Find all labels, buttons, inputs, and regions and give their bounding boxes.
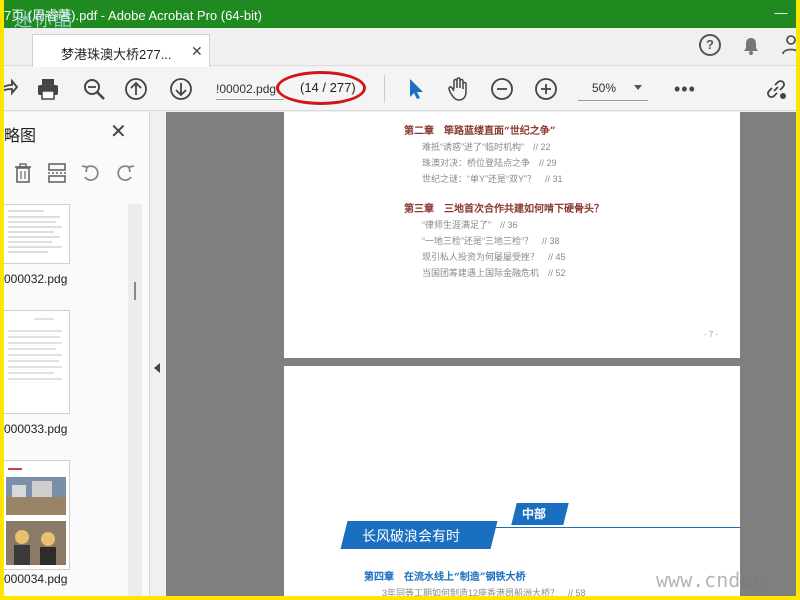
zoom-search-icon[interactable] [82,77,106,101]
document-tab[interactable]: 梦港珠澳大桥277... ✕ [32,34,210,67]
toc-entry: 3年同等工期如何制造12座香港昂船洲大桥？ // 58 [382,588,586,596]
section-banner: 中部 长风破浪会有时 [340,503,740,549]
acrobat-window: 7页 (周睿著).pdf - Adobe Acrobat Pro (64-bit… [4,0,796,596]
thumbnails-close-icon[interactable]: ✕ [110,119,127,144]
tab-bar: 梦港珠澳大桥277... ✕ [4,28,796,67]
pane-collapse-strip [151,112,165,596]
page-count: (14 / 277) [300,80,356,95]
banner-text: 长风破浪会有时 [362,528,460,544]
account-icon[interactable] [781,34,796,56]
toc-entry: 当国团筹建遇上国际金融危机 // 52 [422,268,566,278]
banner-line [494,527,740,528]
zoom-value: 50% [592,81,617,95]
print-icon[interactable] [36,77,60,101]
redo-icon[interactable] [114,162,136,184]
thumbnail-label: 000033.pdg [4,422,68,436]
thumbnails-pane-title: 略图 [4,128,37,145]
tab-close-icon[interactable]: ✕ [191,43,203,60]
thumbnails-pane: 略图 ✕ 000032.pdg 000033.pdg 000034.pdg [4,112,150,596]
collapse-pane-icon[interactable] [154,363,160,373]
toc-entry: 珠澳对决：桥位登陆点之争 // 29 [422,158,557,168]
banner-tag-text: 中部 [522,507,547,521]
minimize-button[interactable]: — [774,6,788,20]
toc-entry: 现引私人投资为何屡屡受挫？ // 45 [422,252,566,262]
thumbnail-label: 000032.pdg [4,272,68,286]
extract-pages-icon[interactable] [46,162,68,184]
undo-icon[interactable] [80,162,102,184]
document-page: 中部 长风破浪会有时 第四章 在流水线上“制造”钢铁大桥 3年同等工期如何制造1… [284,366,740,596]
share-icon[interactable] [4,77,18,101]
thumbnails-scrollbar[interactable] [128,204,142,596]
page-number: - 7 - [704,330,719,339]
page-thumbnail[interactable] [4,310,70,414]
zoom-in-icon[interactable] [534,77,558,101]
toc-entry: “一地三检”还是“三地三检”？ // 38 [422,236,560,246]
hand-icon[interactable] [446,77,470,101]
more-tools-icon[interactable]: ••• [674,79,696,100]
toolbar-separator [384,75,385,103]
document-tab-label: 梦港珠澳大桥277... [61,47,172,62]
window-title: 7页 (周睿著).pdf - Adobe Acrobat Pro (64-bit… [4,8,262,23]
toc-entry: 世纪之谜：“单Y”还是“双Y”？ // 31 [422,174,563,184]
prev-page-icon[interactable] [124,77,148,101]
delete-icon[interactable] [12,162,34,184]
help-icon[interactable]: ? [699,34,721,56]
document-view[interactable]: 第二章 筚路蓝缕直面“世纪之争” 难抵“诱惑”进了“临时机构” // 22 珠澳… [166,112,796,596]
next-page-icon[interactable] [169,77,193,101]
main-toolbar: (14 / 277) 50% ••• [4,67,796,111]
document-page: 第二章 筚路蓝缕直面“世纪之争” 难抵“诱惑”进了“临时机构” // 22 珠澳… [284,112,740,358]
title-bar: 7页 (周睿著).pdf - Adobe Acrobat Pro (64-bit… [4,0,796,31]
toc-entry: 难抵“诱惑”进了“临时机构” // 22 [422,142,551,152]
thumbnail-label: 000034.pdg [4,572,68,586]
chapter-heading: 第三章 三地首次合作共建如何啃下硬骨头？ [404,204,604,215]
page-thumbnail[interactable] [4,204,70,264]
bell-icon[interactable] [741,36,761,56]
chapter-heading: 第二章 筚路蓝缕直面“世纪之争” [404,126,556,137]
zoom-out-icon[interactable] [490,77,514,101]
scrollbar-grip[interactable] [134,282,136,300]
select-cursor-icon[interactable] [404,77,428,101]
link-icon[interactable] [764,77,788,101]
zoom-select[interactable]: 50% [578,79,648,101]
toc-entry: “律师生涯满足了” // 36 [422,220,518,230]
chapter-heading: 第四章 在流水线上“制造”钢铁大桥 [364,572,526,583]
chevron-down-icon [634,85,642,90]
page-thumbnail[interactable] [4,460,70,570]
page-number-input[interactable] [216,78,284,100]
